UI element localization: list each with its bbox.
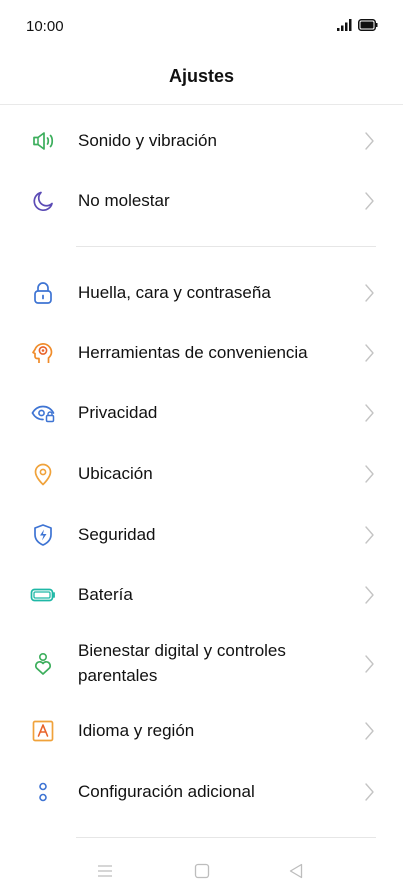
chevron-right-icon	[365, 722, 374, 740]
battery-settings-icon	[30, 588, 55, 602]
title-bar: Ajustes	[0, 52, 403, 105]
settings-item-label: Privacidad	[78, 403, 158, 422]
chevron-right-icon	[365, 465, 374, 483]
menu-icon[interactable]	[97, 864, 113, 878]
battery-icon	[358, 19, 378, 31]
settings-item-digital-wellbeing[interactable]: Bienestar digital y controles parentales	[0, 638, 403, 690]
settings-item-label: Bienestar digital y controles parentales	[78, 638, 286, 688]
location-pin-icon	[34, 463, 52, 486]
home-icon[interactable]	[194, 863, 210, 879]
navigation-bar	[0, 846, 403, 896]
chevron-right-icon	[365, 404, 374, 422]
settings-item-privacy[interactable]: Privacidad	[0, 397, 403, 429]
additional-settings-icon	[39, 782, 47, 802]
settings-item-label: Batería	[78, 585, 133, 604]
moon-icon	[33, 191, 53, 212]
status-time: 10:00	[26, 18, 64, 35]
page-title: Ajustes	[168, 66, 235, 86]
signal-icon	[337, 19, 352, 31]
section-divider	[76, 246, 376, 247]
settings-item-security[interactable]: Seguridad	[0, 519, 403, 551]
settings-item-label: Herramientas de conveniencia	[78, 343, 308, 362]
speaker-icon	[33, 132, 54, 150]
settings-item-label: Idioma y región	[78, 721, 195, 740]
chevron-right-icon	[365, 526, 374, 544]
settings-item-label: Seguridad	[78, 525, 156, 544]
chevron-right-icon	[365, 655, 374, 673]
settings-item-label: Sonido y vibración	[78, 131, 217, 150]
settings-item-location[interactable]: Ubicación	[0, 458, 403, 490]
chevron-right-icon	[365, 586, 374, 604]
wellbeing-heart-icon	[35, 652, 51, 675]
settings-item-additional-settings[interactable]: Configuración adicional	[0, 776, 403, 808]
chevron-right-icon	[365, 132, 374, 150]
back-icon[interactable]	[288, 863, 304, 879]
language-icon	[32, 720, 54, 742]
chevron-right-icon	[365, 783, 374, 801]
settings-item-battery[interactable]: Batería	[0, 579, 403, 611]
settings-item-language-region[interactable]: Idioma y región	[0, 715, 403, 747]
convenience-tools-icon	[32, 343, 53, 363]
settings-item-label-line1: Bienestar digital y controles	[78, 641, 286, 660]
settings-item-label: No molestar	[78, 191, 170, 210]
settings-item-convenience-tools[interactable]: Herramientas de conveniencia	[0, 337, 403, 369]
chevron-right-icon	[365, 192, 374, 210]
status-bar: 10:00	[0, 0, 403, 52]
privacy-eye-icon	[31, 405, 55, 423]
settings-item-label: Huella, cara y contraseña	[78, 283, 271, 302]
security-shield-icon	[34, 524, 52, 546]
settings-item-label: Ubicación	[78, 464, 153, 483]
settings-item-label-line2: parentales	[78, 666, 158, 685]
chevron-right-icon	[365, 284, 374, 302]
chevron-right-icon	[365, 344, 374, 362]
settings-item-do-not-disturb[interactable]: No molestar	[0, 185, 403, 217]
settings-item-biometrics[interactable]: Huella, cara y contraseña	[0, 277, 403, 309]
lock-icon	[34, 282, 52, 304]
settings-item-label: Configuración adicional	[78, 782, 255, 801]
settings-item-sound[interactable]: Sonido y vibración	[0, 125, 403, 157]
section-divider	[76, 837, 376, 838]
